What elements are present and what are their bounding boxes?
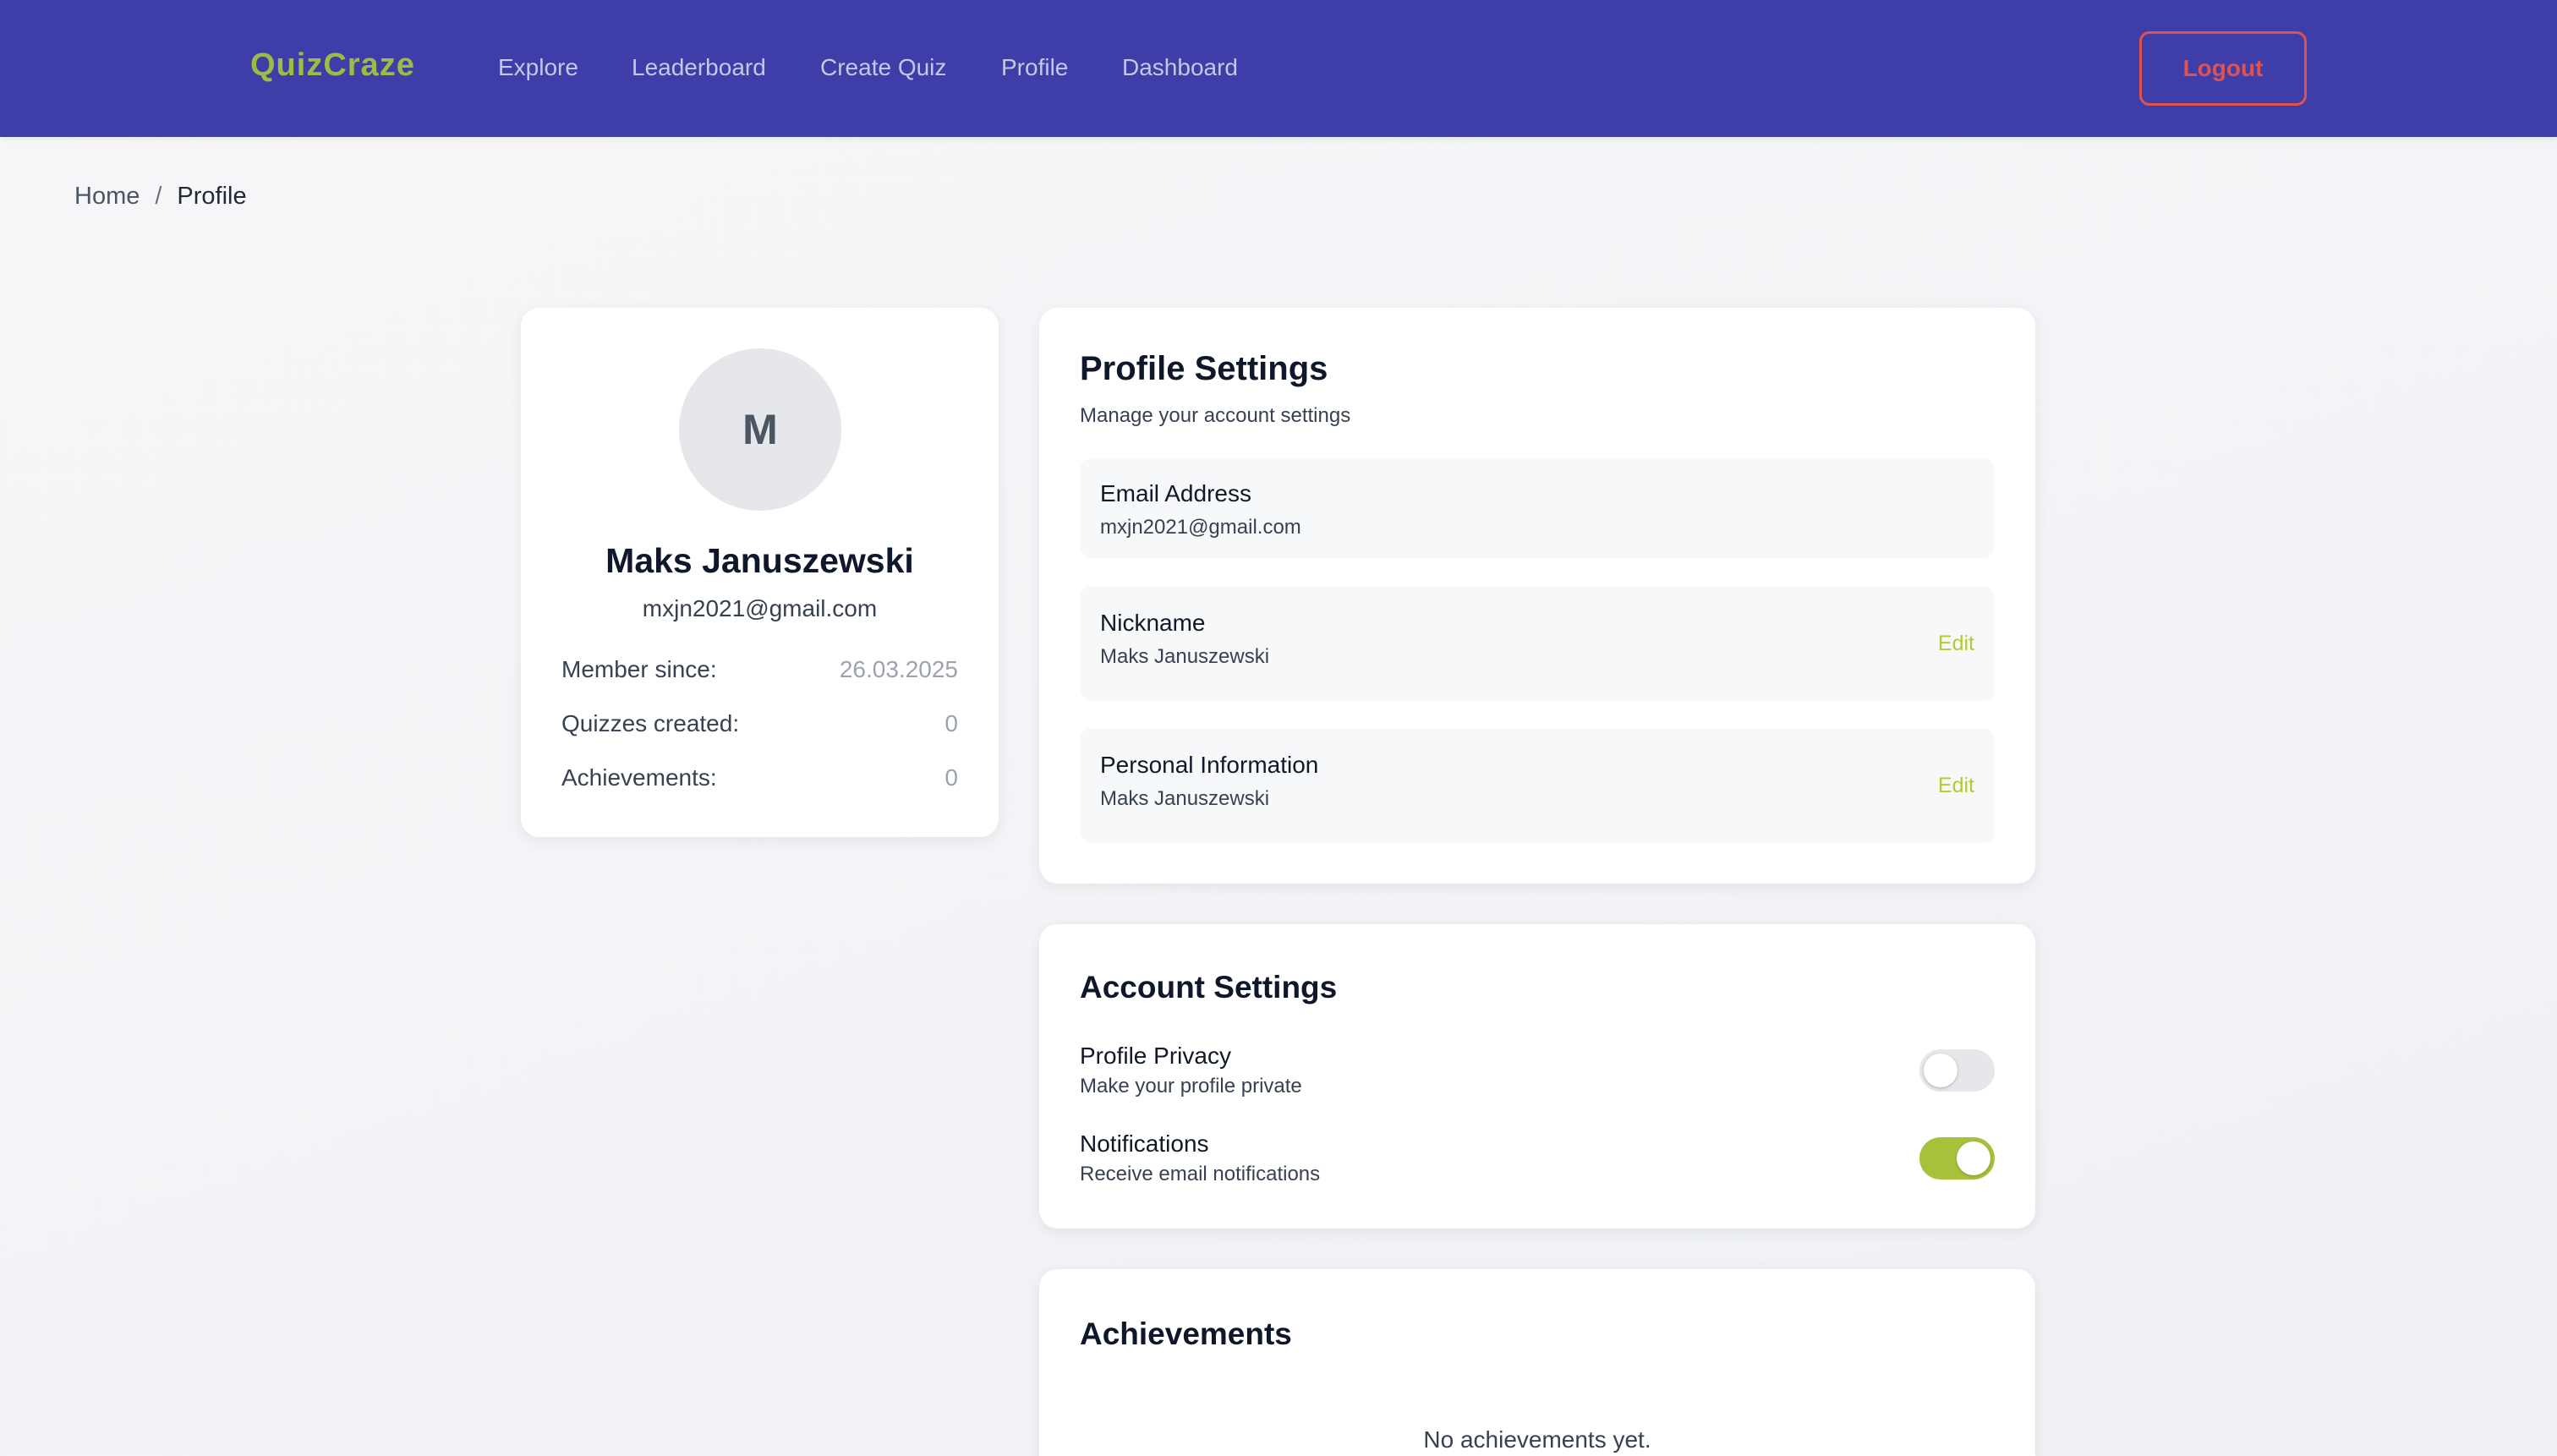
stat-label: Member since: [561,656,717,682]
email-address-field: Email Address mxjn2021@gmail.com [1080,458,1995,558]
account-settings-title: Account Settings [1080,970,1338,1004]
personal-information-field: Personal Information Maks Januszewski Ed… [1080,728,1995,843]
breadcrumb-current: Profile [177,183,247,210]
user-name: Maks Januszewski [605,541,914,580]
avatar: M [679,348,841,511]
stat-value: 26.03.2025 [839,656,958,682]
notifications-toggle[interactable] [1919,1137,1995,1180]
top-navbar: QuizCraze Explore Leaderboard Create Qui… [0,0,2557,137]
field-value: Maks Januszewski [1100,787,1270,810]
nav-link-dashboard[interactable]: Dashboard [1122,54,1238,81]
stat-value: 0 [945,710,958,736]
stat-achievements: Achievements: 0 [561,764,958,791]
field-value: mxjn2021@gmail.com [1100,516,1301,539]
achievements-empty-text: No achievements yet. [1423,1426,1651,1453]
nav-link-create-quiz[interactable]: Create Quiz [820,54,946,81]
nav-link-profile[interactable]: Profile [1001,54,1068,81]
profile-settings-title: Profile Settings [1080,350,1328,387]
field-label: Email Address [1100,480,1251,506]
achievements-title: Achievements [1080,1316,1292,1351]
stat-label: Quizzes created: [561,710,740,736]
notifications-description: Receive email notifications [1080,1163,1321,1185]
stat-label: Achievements: [561,764,717,791]
breadcrumb-separator: / [155,183,162,210]
field-label: Nickname [1100,610,1206,636]
nickname-field: Nickname Maks Januszewski Edit [1080,586,1995,701]
nav-link-leaderboard[interactable]: Leaderboard [632,54,766,81]
edit-personal-information-link[interactable]: Edit [1938,774,1974,798]
stat-member-since: Member since: 26.03.2025 [561,656,958,683]
account-settings-card: Account Settings Profile Privacy Make yo… [1039,924,2035,1229]
toggle-knob [1924,1054,1957,1087]
achievements-card: Achievements No achievements yet. [1039,1269,2035,1456]
stat-quizzes-created: Quizzes created: 0 [561,710,958,737]
brand-logo[interactable]: QuizCraze [250,47,415,84]
user-email: mxjn2021@gmail.com [642,595,878,621]
profile-settings-card: Profile Settings Manage your account set… [1039,308,2035,884]
field-label: Personal Information [1100,752,1319,778]
profile-privacy-description: Make your profile private [1080,1075,1302,1097]
nav-link-explore[interactable]: Explore [498,54,578,81]
edit-nickname-link[interactable]: Edit [1938,632,1974,656]
notifications-label: Notifications [1080,1130,1209,1157]
profile-summary-card: M Maks Januszewski mxjn2021@gmail.com Me… [521,308,999,837]
profile-privacy-label: Profile Privacy [1080,1043,1231,1069]
profile-settings-subtitle: Manage your account settings [1080,404,1351,427]
field-value: Maks Januszewski [1100,645,1270,668]
breadcrumb-home-link[interactable]: Home [74,183,140,211]
logout-button[interactable]: Logout [2139,31,2307,106]
profile-privacy-toggle[interactable] [1919,1049,1995,1092]
breadcrumb: Home / Profile [74,183,247,211]
toggle-knob [1957,1141,1990,1175]
stat-value: 0 [945,764,958,791]
